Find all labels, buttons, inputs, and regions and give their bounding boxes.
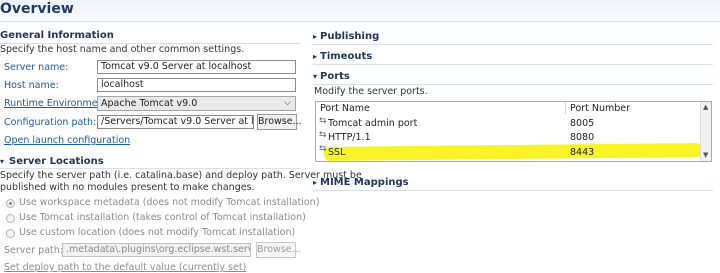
expand-twisty-icon[interactable]: ▸ (313, 32, 317, 41)
configuration-browse-button[interactable]: Browse... (257, 114, 302, 130)
server-path-browse-button[interactable]: Browse... (256, 242, 301, 258)
port-name-cell[interactable]: HTTP/1.1 (328, 132, 371, 143)
radio-tomcat-installation-label: Use Tomcat installation (takes control o… (19, 212, 306, 223)
port-icon: ⇆ (319, 144, 327, 154)
port-name-cell[interactable]: Tomcat admin port (328, 118, 417, 129)
ports-description: Modify the server ports. (314, 86, 428, 97)
port-icon: ⇆ (319, 130, 327, 140)
section-divider (313, 84, 713, 85)
server-name-label: Server name: (4, 62, 69, 73)
port-number-cell[interactable]: 8443 (570, 147, 594, 158)
runtime-environment-value: Apache Tomcat v9.0 (101, 98, 198, 109)
column-header-port-name[interactable]: Port Name (320, 103, 370, 114)
publishing-section-title[interactable]: Publishing (320, 31, 379, 42)
page-title: Overview (0, 1, 74, 17)
configuration-path-label: Configuration path: (4, 117, 97, 128)
column-separator (565, 102, 566, 114)
server-name-input[interactable]: Tomcat v9.0 Server at localhost (97, 60, 296, 74)
server-locations-description-line2: published with no modules present to mak… (0, 182, 255, 193)
editor-header (0, 0, 720, 22)
scroll-down-icon[interactable]: ▼ (703, 151, 708, 159)
server-locations-title[interactable]: Server Locations (9, 156, 104, 167)
scroll-up-icon[interactable]: ▲ (703, 103, 708, 111)
ports-table-scrollbar[interactable]: ▲ ▼ (700, 102, 711, 161)
general-info-title: General Information (0, 30, 114, 41)
radio-workspace-metadata[interactable] (6, 199, 15, 208)
port-number-cell[interactable]: 8080 (570, 132, 594, 143)
server-path-input[interactable]: .metadata\.plugins\org.eclipse.wst.serve… (62, 243, 251, 257)
host-name-label: Host name: (4, 80, 59, 91)
runtime-environment-link[interactable]: Runtime Environment: (4, 98, 111, 109)
section-divider (313, 64, 713, 65)
section-divider (0, 168, 300, 169)
collapse-twisty-icon[interactable]: ▾ (0, 157, 4, 166)
radio-custom-location-label: Use custom location (does not modify Tom… (19, 227, 296, 238)
server-locations-description-line1: Specify the server path (i.e. catalina.b… (0, 170, 362, 181)
section-divider (313, 190, 713, 191)
runtime-environment-select[interactable]: Apache Tomcat v9.0 ⌵ (97, 96, 296, 111)
configuration-path-input[interactable]: /Servers/Tomcat v9.0 Server at localhost (97, 115, 254, 129)
radio-custom-location[interactable] (6, 229, 15, 238)
server-path-label: Server path: (4, 245, 63, 256)
collapse-twisty-icon[interactable]: ▾ (313, 72, 317, 81)
timeouts-section-title[interactable]: Timeouts (320, 51, 372, 62)
expand-twisty-icon[interactable]: ▸ (313, 178, 317, 187)
port-icon: ⇆ (319, 116, 327, 126)
open-launch-configuration-link[interactable]: Open launch configuration (4, 135, 130, 146)
chevron-down-icon: ⌵ (284, 98, 291, 108)
set-deploy-path-link[interactable]: Set deploy path to the default value (cu… (4, 262, 246, 273)
mime-mappings-section-title[interactable]: MIME Mappings (320, 177, 409, 188)
radio-tomcat-installation[interactable] (6, 214, 15, 223)
general-info-description: Specify the host name and other common s… (0, 44, 245, 55)
radio-workspace-metadata-label: Use workspace metadata (does not modify … (19, 197, 320, 208)
column-header-port-number[interactable]: Port Number (570, 103, 630, 114)
port-name-cell[interactable]: SSL (328, 147, 345, 158)
section-divider (313, 44, 713, 45)
ports-section-title[interactable]: Ports (320, 71, 350, 82)
port-number-cell[interactable]: 8005 (570, 118, 594, 129)
host-name-input[interactable]: localhost (97, 78, 296, 92)
expand-twisty-icon[interactable]: ▸ (313, 52, 317, 61)
